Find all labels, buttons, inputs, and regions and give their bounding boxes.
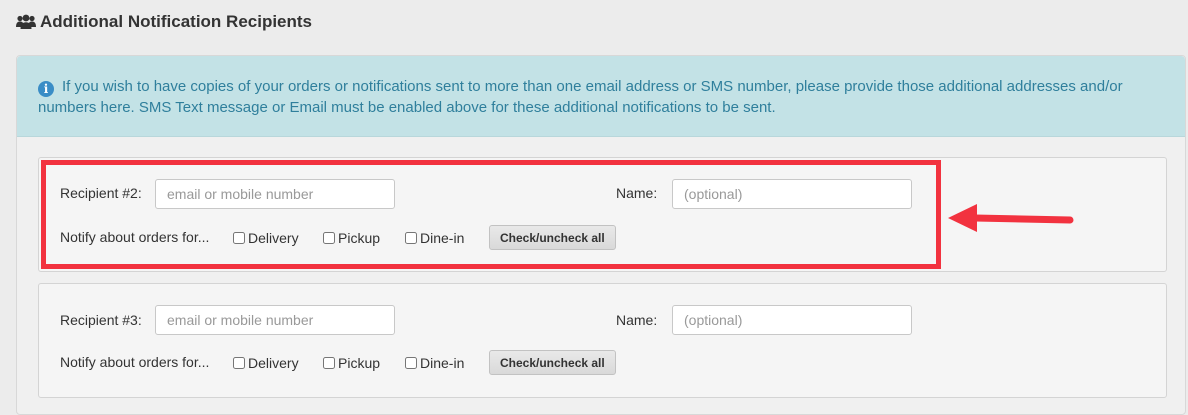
recipient-2-pickup-option[interactable]: Pickup (323, 230, 380, 246)
users-icon (16, 14, 36, 30)
recipient-2-pickup-label: Pickup (338, 230, 381, 246)
recipient-2-check-all-button[interactable]: Check/uncheck all (489, 225, 616, 250)
recipient-2-contact-input[interactable] (155, 179, 395, 209)
recipient-3-dinein-label: Dine-in (420, 355, 465, 371)
recipient-3-delivery-checkbox[interactable] (233, 357, 245, 369)
recipient-3-name-input[interactable] (672, 305, 912, 335)
recipient-2-delivery-label: Delivery (248, 230, 299, 246)
recipient-3-label: Recipient #3: (60, 312, 142, 328)
info-text: If you wish to have copies of your order… (38, 78, 1123, 116)
recipient-2-dinein-checkbox[interactable] (405, 232, 417, 244)
info-alert: i If you wish to have copies of your orde… (17, 56, 1185, 137)
recipient-2-pickup-checkbox[interactable] (323, 232, 335, 244)
section-header: Additional Notification Recipients (16, 12, 312, 32)
recipient-3-check-all-button[interactable]: Check/uncheck all (489, 350, 616, 375)
arrow-left-icon (948, 204, 1074, 232)
recipient-2-label: Recipient #2: (60, 185, 142, 201)
recipient-3-dinein-checkbox[interactable] (405, 357, 417, 369)
recipient-2-dinein-option[interactable]: Dine-in (405, 230, 464, 246)
recipient-2-dinein-label: Dine-in (420, 230, 465, 246)
recipient-2-delivery-checkbox[interactable] (233, 232, 245, 244)
section-title: Additional Notification Recipients (40, 12, 313, 31)
recipient-3-name-label: Name: (616, 312, 658, 328)
recipient-3-pickup-checkbox[interactable] (323, 357, 335, 369)
recipient-2-delivery-option[interactable]: Delivery (233, 230, 299, 246)
recipient-2-notify-label: Notify about orders for... (60, 229, 210, 245)
recipient-3-contact-input[interactable] (155, 305, 395, 335)
recipient-2-name-label: Name: (616, 185, 658, 201)
recipient-3-delivery-option[interactable]: Delivery (233, 355, 299, 371)
recipient-3-pickup-option[interactable]: Pickup (323, 355, 380, 371)
recipient-3-dinein-option[interactable]: Dine-in (405, 355, 464, 371)
recipient-3-notify-label: Notify about orders for... (60, 354, 210, 370)
recipient-3-pickup-label: Pickup (338, 355, 381, 371)
recipient-2-name-input[interactable] (672, 179, 912, 209)
recipient-3-delivery-label: Delivery (248, 355, 299, 371)
recipient-3-card: Recipient #3: Name: Notify about orders … (38, 283, 1167, 398)
info-circle-icon: i (38, 81, 54, 97)
